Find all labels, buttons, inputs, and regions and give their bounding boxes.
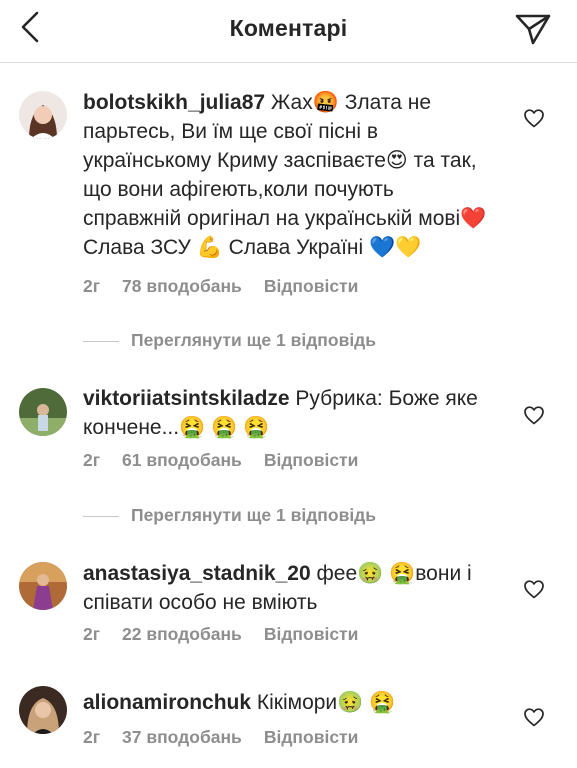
comment-meta: 2г 22 вподобань Відповісти xyxy=(83,624,380,645)
comment-time: 2г xyxy=(83,276,101,296)
heart-icon xyxy=(524,580,544,599)
reply-button[interactable]: Відповісти xyxy=(264,276,359,296)
comment-text: bolotskikh_julia87 Жах🤬 Злата не парьтес… xyxy=(83,88,493,262)
comment-likes[interactable]: 37 вподобань xyxy=(122,727,242,747)
reply-button[interactable]: Відповісти xyxy=(264,450,359,470)
avatar[interactable] xyxy=(19,388,67,436)
like-button[interactable] xyxy=(522,577,546,601)
avatar[interactable] xyxy=(19,91,67,139)
comment-text: viktoriiatsintskiladze Рубрика: Боже яке… xyxy=(83,384,493,442)
like-button[interactable] xyxy=(522,106,546,130)
paper-plane-icon xyxy=(515,14,551,45)
comment-likes[interactable]: 61 вподобань xyxy=(122,450,242,470)
comment-body: Кікімори🤢 🤮 xyxy=(256,691,396,714)
comment-text: alionamironchuk Кікімори🤢 🤮 xyxy=(83,688,493,717)
comment-time: 2г xyxy=(83,450,101,470)
view-more-replies[interactable]: Переглянути ще 1 відповідь xyxy=(83,505,503,529)
header-bar: Коментарі xyxy=(0,0,577,63)
comment-username[interactable]: anastasiya_stadnik_20 xyxy=(83,562,311,585)
replies-divider xyxy=(83,516,119,517)
comment-meta: 2г 37 вподобань Відповісти xyxy=(83,727,380,748)
page-title: Коментарі xyxy=(229,15,348,41)
reply-button[interactable]: Відповісти xyxy=(264,727,359,747)
reply-button[interactable]: Відповісти xyxy=(264,624,359,644)
comment-likes[interactable]: 22 вподобань xyxy=(122,624,242,644)
comment-text: anastasiya_stadnik_20 фее🤢 🤮вони і співа… xyxy=(83,559,493,617)
avatar[interactable] xyxy=(19,686,67,734)
share-button[interactable] xyxy=(514,12,552,46)
view-more-replies[interactable]: Переглянути ще 1 відповідь xyxy=(83,330,503,354)
heart-icon xyxy=(524,406,544,425)
heart-icon xyxy=(524,109,544,128)
comment-body: Жах🤬 Злата не парьтесь, Ви їм ще свої пі… xyxy=(83,91,487,259)
comment-likes[interactable]: 78 вподобань xyxy=(122,276,242,296)
avatar[interactable] xyxy=(19,562,67,610)
comment-username[interactable]: viktoriiatsintskiladze xyxy=(83,387,290,410)
view-more-replies-label: Переглянути ще 1 відповідь xyxy=(131,505,377,525)
comment-username[interactable]: bolotskikh_julia87 xyxy=(83,91,265,114)
like-button[interactable] xyxy=(522,403,546,427)
comment-time: 2г xyxy=(83,624,101,644)
comment-meta: 2г 78 вподобань Відповісти xyxy=(83,276,380,297)
comment-time: 2г xyxy=(83,727,101,747)
comment-meta: 2г 61 вподобань Відповісти xyxy=(83,450,380,471)
view-more-replies-label: Переглянути ще 1 відповідь xyxy=(131,330,377,350)
heart-icon xyxy=(524,708,544,727)
comment-username[interactable]: alionamironchuk xyxy=(83,691,251,714)
like-button[interactable] xyxy=(522,705,546,729)
replies-divider xyxy=(83,341,119,342)
